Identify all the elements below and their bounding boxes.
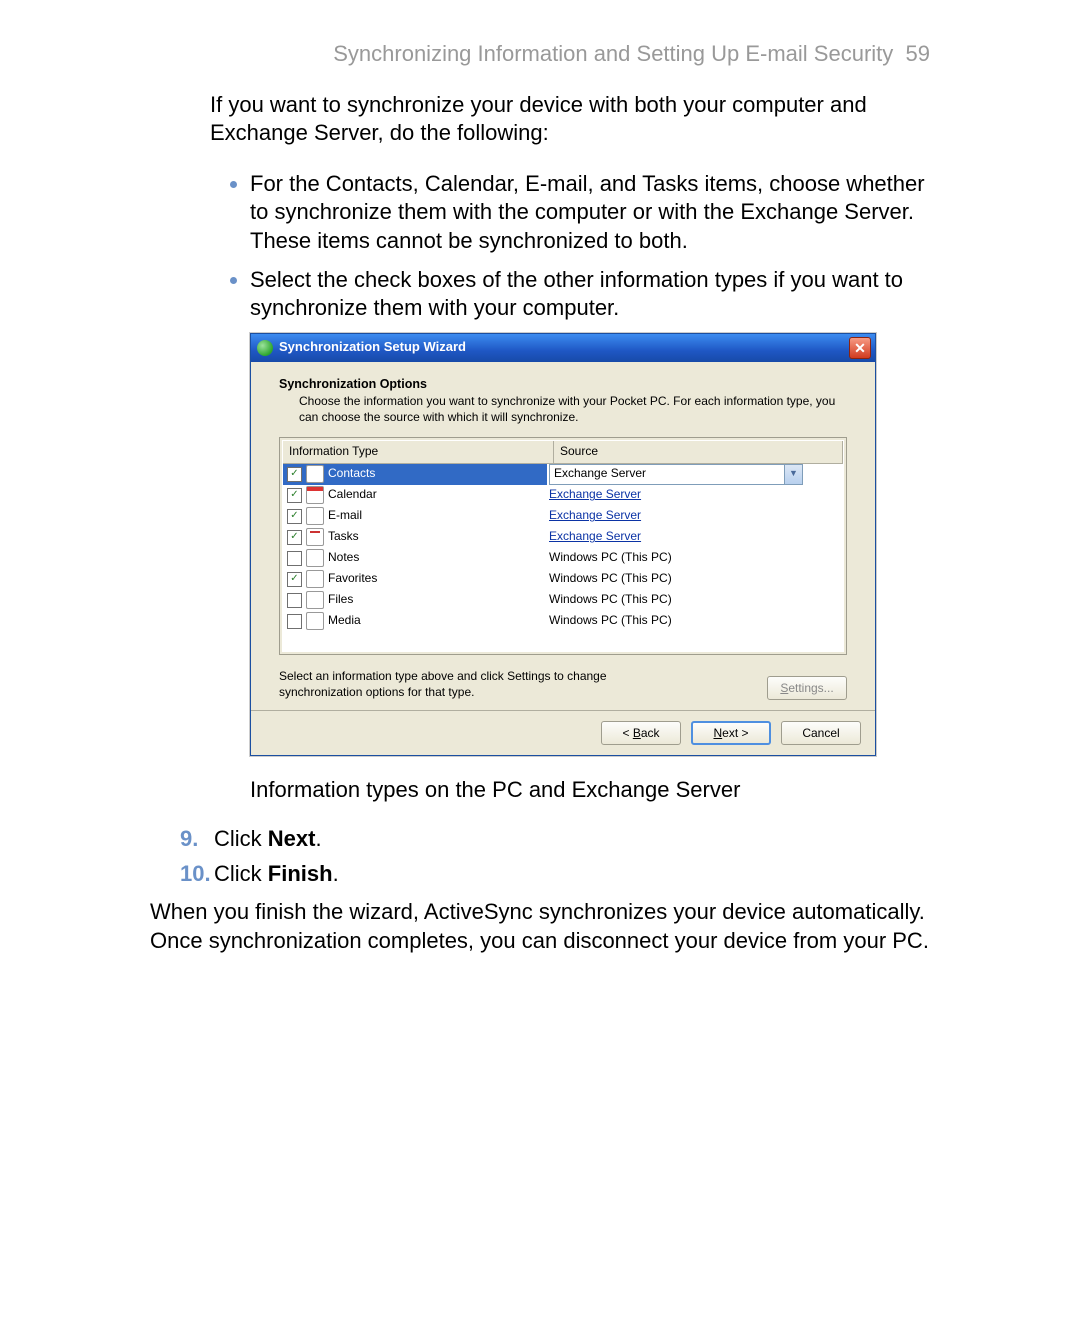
bullet-item: For the Contacts, Calendar, E-mail, and … [250,170,930,256]
files-icon [306,591,324,609]
row-checkbox[interactable] [287,488,302,503]
row-label: Calendar [328,487,377,503]
row-checkbox[interactable] [287,572,302,587]
source-text: Windows PC (This PC) [549,592,672,608]
titlebar[interactable]: Synchronization Setup Wizard ✕ [251,334,875,362]
info-type-row[interactable]: Files Windows PC (This PC) [283,590,843,611]
source-text: Windows PC (This PC) [549,571,672,587]
hint-text: Select an information type above and cli… [279,669,639,700]
header-title: Synchronizing Information and Setting Up… [333,41,893,66]
sync-wizard-dialog: Synchronization Setup Wizard ✕ Synchroni… [250,333,876,757]
fav-icon [306,570,324,588]
row-checkbox[interactable] [287,614,302,629]
info-type-row[interactable]: E-mail Exchange Server [283,506,843,527]
close-button[interactable]: ✕ [849,337,871,359]
info-type-row[interactable]: Contacts Exchange Server▼ [283,464,843,485]
column-info-type[interactable]: Information Type [283,441,554,463]
column-headers[interactable]: Information Type Source [283,441,843,464]
hint-row: Select an information type above and cli… [279,669,847,700]
row-label: Media [328,613,361,629]
chevron-down-icon[interactable]: ▼ [784,465,802,484]
row-checkbox[interactable] [287,509,302,524]
next-button[interactable]: Next > [691,721,771,745]
source-link[interactable]: Exchange Server [549,487,641,503]
source-text: Windows PC (This PC) [549,613,672,629]
email-icon [306,507,324,525]
source-link[interactable]: Exchange Server [549,508,641,524]
step-number: 9. [180,825,214,854]
media-icon [306,612,324,630]
source-combobox[interactable]: Exchange Server▼ [549,464,803,485]
step-number: 10. [180,860,214,889]
back-button[interactable]: < Back [601,721,681,745]
cancel-button[interactable]: Cancel [781,721,861,745]
section-description: Choose the information you want to synch… [299,394,847,425]
section-title: Synchronization Options [279,376,847,392]
bullet-item: Select the check boxes of the other info… [250,266,930,323]
info-type-row[interactable]: Media Windows PC (This PC) [283,611,843,632]
calendar-icon [306,486,324,504]
row-label: Files [328,592,353,608]
row-label: Tasks [328,529,359,545]
row-label: Favorites [328,571,377,587]
row-checkbox[interactable] [287,593,302,608]
info-type-row[interactable]: Favorites Windows PC (This PC) [283,569,843,590]
contacts-icon [306,465,324,483]
bullet-list: For the Contacts, Calendar, E-mail, and … [210,170,930,323]
step-item: 10. Click Finish. [180,860,930,889]
tasks-icon [306,528,324,546]
figure-caption: Information types on the PC and Exchange… [250,776,930,805]
dialog-title: Synchronization Setup Wizard [279,339,849,356]
info-type-row[interactable]: Tasks Exchange Server [283,527,843,548]
wizard-footer: < Back Next > Cancel [251,710,875,755]
step-list: 9. Click Next. 10. Click Finish. [180,825,930,888]
row-checkbox[interactable] [287,530,302,545]
settings-button[interactable]: Settings... [767,676,847,700]
row-label: E-mail [328,508,362,524]
step-item: 9. Click Next. [180,825,930,854]
info-type-row[interactable]: Notes Windows PC (This PC) [283,548,843,569]
source-text: Windows PC (This PC) [549,550,672,566]
conclusion-text: When you finish the wizard, ActiveSync s… [150,898,930,955]
row-checkbox[interactable] [287,551,302,566]
info-type-row[interactable]: Calendar Exchange Server [283,485,843,506]
info-type-list: Information Type Source Contacts Exchange… [279,437,847,655]
page-header: Synchronizing Information and Setting Up… [150,40,930,69]
row-label: Contacts [328,466,375,482]
column-source[interactable]: Source [554,441,843,463]
source-link[interactable]: Exchange Server [549,529,641,545]
row-checkbox[interactable] [287,467,302,482]
notes-icon [306,549,324,567]
activesync-icon [257,340,273,356]
intro-text: If you want to synchronize your device w… [210,91,930,148]
source-value: Exchange Server [554,466,784,482]
row-label: Notes [328,550,359,566]
page-number: 59 [906,41,930,66]
close-icon: ✕ [854,341,866,355]
